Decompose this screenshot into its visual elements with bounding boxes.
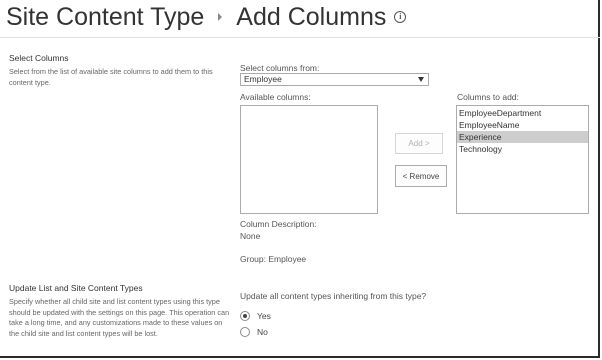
add-button[interactable]: Add >: [395, 133, 443, 154]
radio-yes-label: Yes: [257, 311, 271, 321]
breadcrumb-separator-icon: [218, 13, 223, 21]
radio-yes-button[interactable]: [240, 311, 250, 321]
radio-no-label: No: [257, 327, 268, 337]
header-divider: [0, 37, 600, 38]
radio-option-no[interactable]: No: [240, 327, 268, 337]
available-columns-label: Available columns:: [240, 92, 311, 102]
group-text: Group: Employee: [240, 254, 307, 264]
remove-button[interactable]: < Remove: [395, 165, 447, 187]
dropdown-arrow-icon: [418, 77, 424, 82]
page-title: Add Columns: [236, 2, 387, 31]
update-question: Update all content types inheriting from…: [240, 291, 427, 301]
list-item[interactable]: Experience: [457, 131, 588, 143]
select-columns-from-value: Employee: [244, 74, 282, 84]
columns-to-add-label: Columns to add:: [457, 92, 519, 102]
available-columns-listbox[interactable]: [240, 105, 378, 214]
radio-no-button[interactable]: [240, 327, 250, 337]
breadcrumb-site-content-type[interactable]: Site Content Type: [6, 3, 204, 32]
select-columns-from-dropdown[interactable]: Employee: [240, 73, 429, 86]
list-item[interactable]: EmployeeName: [457, 119, 588, 131]
select-columns-title: Select Columns: [9, 53, 69, 63]
list-item[interactable]: Technology: [457, 143, 588, 155]
column-description-value: None: [240, 231, 261, 241]
columns-to-add-listbox[interactable]: EmployeeDepartment EmployeeName Experien…: [456, 105, 589, 214]
info-icon[interactable]: i: [394, 11, 407, 23]
update-section-title: Update List and Site Content Types: [9, 283, 143, 293]
list-item[interactable]: EmployeeDepartment: [457, 107, 588, 119]
update-section-description: Specify whether all child site and list …: [9, 297, 230, 338]
select-from-label: Select columns from:: [240, 63, 320, 73]
select-columns-description: Select from the list of available site c…: [9, 67, 213, 87]
column-description-label: Column Description:: [240, 219, 317, 229]
page-header: Site Content Type Add Columns i: [6, 0, 407, 34]
radio-option-yes[interactable]: Yes: [240, 311, 271, 321]
